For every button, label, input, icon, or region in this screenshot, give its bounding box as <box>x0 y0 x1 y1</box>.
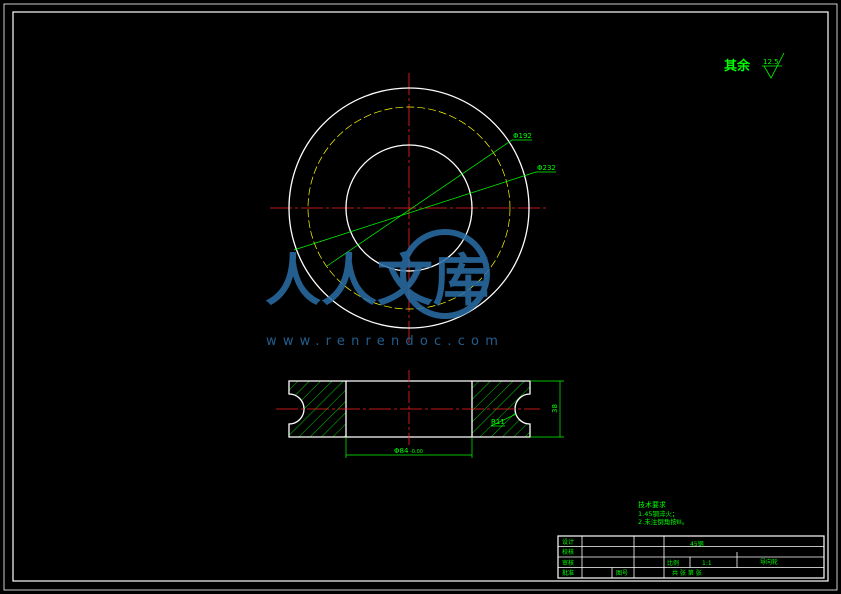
watermark: 人人文库 www.renrendoc.com <box>265 229 504 349</box>
dim-line-d2 <box>293 171 537 251</box>
dim-line-d1 <box>326 139 513 267</box>
drawing-canvas: 其余 12.5 Φ192 Φ232 Φ84 -0.00 R11 38 人人文库 … <box>3 3 838 591</box>
watermark-title: 人人文库 <box>265 249 489 314</box>
tb-scale: 1:1 <box>702 560 712 567</box>
dim-text-bore-tol: -0.00 <box>410 449 423 455</box>
tb-row-approve: 批准 <box>562 569 574 577</box>
dim-text-d2: Φ232 <box>537 164 556 172</box>
dim-text-radius: R11 <box>491 418 505 426</box>
tb-row-design: 设计 <box>562 538 574 546</box>
tb-row-check: 校核 <box>562 548 574 556</box>
tb-part-no-label: 图号 <box>616 570 628 577</box>
tb-row-review: 审核 <box>562 559 574 567</box>
dim-text-height: 38 <box>551 404 559 413</box>
dim-text-bore: Φ84 <box>394 447 409 455</box>
tb-sheet: 共 张 第 张 <box>672 569 702 577</box>
roughness-label: 其余 <box>724 58 751 74</box>
tb-part-name: 导向轮 <box>760 558 778 566</box>
tech-item-2: 2.未注倒角按ⅡI。 <box>638 517 688 526</box>
roughness-value: 12.5 <box>763 58 779 66</box>
watermark-url: www.renrendoc.com <box>266 334 504 349</box>
tb-material: 45钢 <box>690 540 704 548</box>
tech-item-1: 1.45钢淬火； <box>638 509 678 518</box>
section-view <box>276 370 564 458</box>
tb-scale-label: 比例 <box>667 559 679 567</box>
tech-title: 技术要求 <box>638 500 666 509</box>
dim-text-d1: Φ192 <box>513 132 532 140</box>
